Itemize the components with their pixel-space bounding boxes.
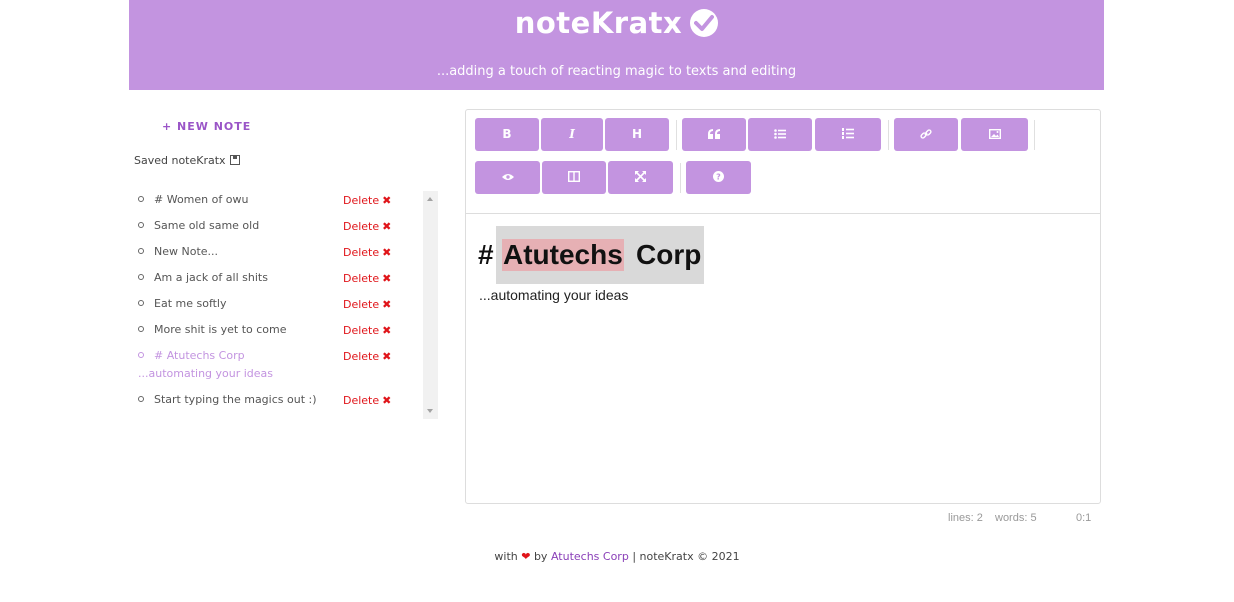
italic-button[interactable]: I bbox=[541, 118, 603, 151]
bullet-icon bbox=[138, 300, 144, 306]
fullscreen-icon bbox=[635, 171, 646, 182]
link-icon bbox=[920, 129, 932, 139]
check-circle-icon bbox=[690, 9, 719, 37]
page-footer: with ❤ by Atutechs Corp | noteKratx © 20… bbox=[0, 550, 1234, 563]
status-cursor: 0:1 bbox=[1076, 512, 1092, 524]
bullet-icon bbox=[138, 326, 144, 332]
delete-note-button[interactable]: Delete ✖ bbox=[343, 246, 391, 259]
delete-note-button[interactable]: Delete ✖ bbox=[343, 220, 391, 233]
scroll-down-arrow-icon[interactable] bbox=[427, 409, 433, 413]
image-icon bbox=[988, 128, 1001, 140]
toolbar-divider bbox=[888, 120, 889, 150]
footer-copyright: | noteKratx © 2021 bbox=[632, 550, 740, 563]
status-lines: lines: 2 bbox=[948, 512, 983, 524]
delete-note-button[interactable]: Delete ✖ bbox=[343, 324, 391, 337]
app-subtitle: ...adding a touch of reacting magic to t… bbox=[436, 64, 797, 79]
editor-paragraph: ...automating your ideas bbox=[479, 287, 629, 303]
ordered-list-button[interactable] bbox=[815, 118, 881, 151]
note-title[interactable]: Eat me softly bbox=[154, 295, 324, 313]
delete-label: Delete bbox=[343, 350, 380, 363]
app-header: noteKratx ...adding a touch of reacting … bbox=[129, 0, 1104, 90]
note-list-scrollbar[interactable] bbox=[423, 191, 438, 419]
fullscreen-button[interactable] bbox=[608, 161, 673, 194]
editor-toolbar: B I H ? bbox=[466, 110, 1100, 214]
side-by-side-button[interactable] bbox=[542, 161, 606, 194]
heading-hash: # bbox=[478, 239, 494, 270]
delete-x-icon: ✖ bbox=[382, 194, 392, 207]
app-title-text: noteKratx bbox=[514, 6, 683, 40]
note-title[interactable]: New Note... bbox=[154, 243, 324, 261]
delete-x-icon: ✖ bbox=[382, 272, 392, 285]
unordered-list-icon bbox=[774, 129, 786, 139]
delete-note-button[interactable]: Delete ✖ bbox=[343, 350, 391, 363]
heading-button[interactable]: H bbox=[605, 118, 669, 151]
saved-notes-label: Saved noteKratx bbox=[134, 154, 226, 167]
guide-button[interactable]: ? bbox=[686, 161, 751, 194]
eye-icon bbox=[501, 174, 514, 180]
note-title[interactable]: # Atutechs Corp ...automating your ideas bbox=[138, 347, 316, 383]
scroll-up-arrow-icon[interactable] bbox=[427, 197, 433, 201]
delete-x-icon: ✖ bbox=[382, 246, 392, 259]
quote-icon bbox=[708, 129, 720, 139]
preview-button[interactable] bbox=[475, 161, 540, 194]
delete-label: Delete bbox=[343, 272, 380, 285]
bullet-icon bbox=[138, 274, 144, 280]
delete-label: Delete bbox=[343, 220, 380, 233]
delete-note-button[interactable]: Delete ✖ bbox=[343, 394, 391, 407]
delete-label: Delete bbox=[343, 394, 380, 407]
saved-notes-heading: Saved noteKratx bbox=[134, 154, 240, 167]
delete-note-button[interactable]: Delete ✖ bbox=[343, 194, 391, 207]
markdown-editor: B I H ? # Atutechs Corp ...automating yo… bbox=[465, 109, 1101, 504]
ordered-list-icon bbox=[842, 128, 854, 139]
delete-label: Delete bbox=[343, 298, 380, 311]
bullet-icon bbox=[138, 248, 144, 254]
bold-button[interactable]: B bbox=[475, 118, 539, 151]
toolbar-divider bbox=[680, 163, 681, 193]
author-link[interactable]: Atutechs Corp bbox=[551, 550, 629, 563]
delete-x-icon: ✖ bbox=[382, 220, 392, 233]
quote-button[interactable] bbox=[682, 118, 746, 151]
note-list: # Women of owu Delete ✖ Same old same old… bbox=[129, 191, 424, 419]
delete-label: Delete bbox=[343, 194, 380, 207]
footer-by: by bbox=[533, 550, 548, 563]
link-button[interactable] bbox=[894, 118, 958, 151]
question-icon: ? bbox=[713, 171, 724, 182]
delete-note-button[interactable]: Delete ✖ bbox=[343, 272, 391, 285]
new-note-button[interactable]: + NEW NOTE bbox=[162, 120, 251, 133]
svg-text:?: ? bbox=[716, 173, 721, 182]
delete-label: Delete bbox=[343, 324, 380, 337]
toolbar-divider bbox=[1034, 120, 1035, 150]
delete-x-icon: ✖ bbox=[382, 394, 392, 407]
heading-word: Corp bbox=[636, 239, 702, 270]
bullet-icon bbox=[138, 222, 144, 228]
note-title[interactable]: # Women of owu bbox=[154, 191, 324, 209]
bullet-icon bbox=[138, 196, 144, 202]
delete-note-button[interactable]: Delete ✖ bbox=[343, 298, 391, 311]
heading-word-highlighted: Atutechs bbox=[502, 239, 624, 271]
status-words: words: 5 bbox=[995, 512, 1037, 524]
delete-x-icon: ✖ bbox=[382, 324, 392, 337]
columns-icon bbox=[567, 170, 581, 183]
save-disk-icon bbox=[229, 155, 240, 165]
footer-with: with bbox=[494, 550, 518, 563]
note-title[interactable]: More shit is yet to come bbox=[154, 321, 324, 339]
image-button[interactable] bbox=[961, 118, 1028, 151]
delete-label: Delete bbox=[343, 246, 380, 259]
app-title: noteKratx bbox=[129, 6, 1104, 40]
note-title[interactable]: Am a jack of all shits bbox=[154, 269, 324, 287]
toolbar-divider bbox=[676, 120, 677, 150]
delete-x-icon: ✖ bbox=[382, 350, 392, 363]
unordered-list-button[interactable] bbox=[748, 118, 812, 151]
bullet-icon bbox=[138, 396, 144, 402]
heart-icon: ❤ bbox=[521, 550, 531, 563]
delete-x-icon: ✖ bbox=[382, 298, 392, 311]
note-title[interactable]: Same old same old bbox=[154, 217, 324, 235]
note-title[interactable]: Start typing the magics out :) bbox=[154, 391, 324, 409]
